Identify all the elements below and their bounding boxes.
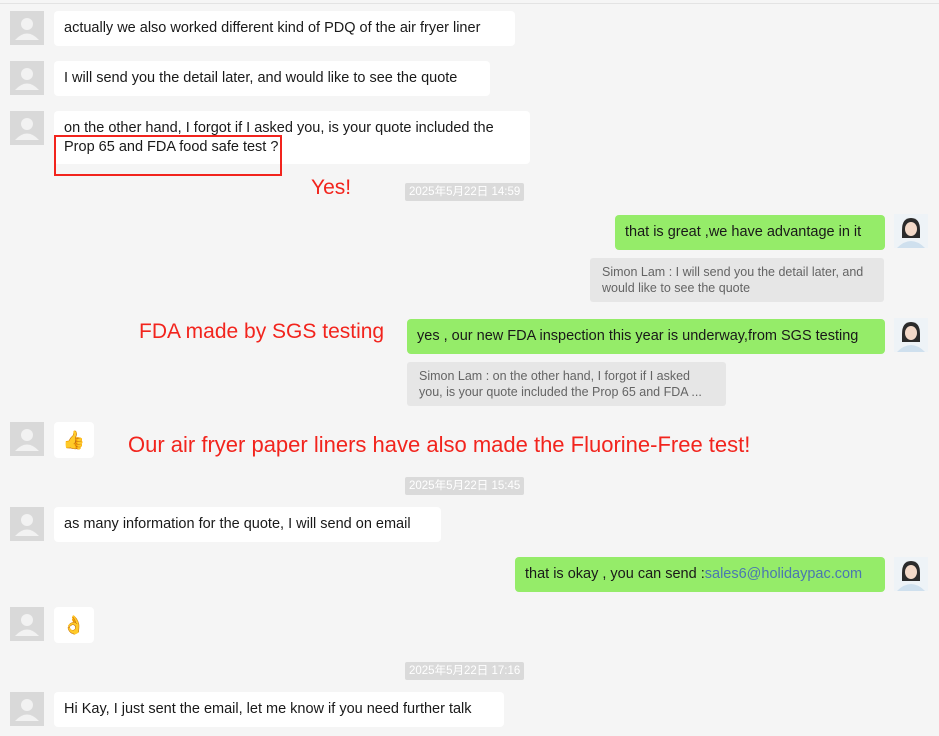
my-avatar[interactable] — [894, 318, 928, 352]
sent-message-bubble[interactable]: that is great ,we have advantage in it — [615, 215, 885, 250]
timestamp: 2025年5月22日 14:59 — [405, 183, 525, 201]
user-photo — [894, 214, 928, 248]
contact-avatar[interactable] — [10, 11, 44, 45]
message-bubble[interactable]: as many information for the quote, I wil… — [54, 507, 441, 542]
quoted-message[interactable]: Simon Lam : on the other hand, I forgot … — [407, 362, 726, 406]
message-text: that is okay , you can send : — [525, 566, 705, 582]
person-icon — [15, 68, 39, 90]
message-text: yes , our new FDA inspection this year i… — [417, 328, 859, 344]
person-icon — [15, 614, 39, 636]
my-avatar[interactable] — [894, 214, 928, 248]
user-photo — [894, 557, 928, 591]
highlight-box — [54, 135, 282, 176]
message-text: actually we also worked different kind o… — [64, 20, 481, 36]
emoji-message[interactable]: 👍 — [54, 422, 94, 458]
message-text: as many information for the quote, I wil… — [64, 516, 411, 532]
my-avatar[interactable] — [894, 557, 928, 591]
message-bubble[interactable]: I will send you the detail later, and wo… — [54, 61, 490, 96]
contact-avatar[interactable] — [10, 111, 44, 145]
contact-avatar[interactable] — [10, 507, 44, 541]
person-icon — [15, 429, 39, 451]
annotation-fluorine: Our air fryer paper liners have also mad… — [128, 432, 751, 457]
person-icon — [15, 118, 39, 140]
timestamp: 2025年5月22日 17:16 — [405, 662, 525, 680]
person-icon — [15, 514, 39, 536]
person-icon — [15, 18, 39, 40]
email-link[interactable]: sales6@holidaypac.com — [705, 565, 862, 584]
contact-avatar[interactable] — [10, 692, 44, 726]
ok-hand-icon: 👌 — [62, 614, 86, 635]
message-text: I will send you the detail later, and wo… — [64, 70, 458, 86]
message-bubble[interactable]: actually we also worked different kind o… — [54, 11, 515, 46]
thumbs-up-icon: 👍 — [62, 429, 86, 450]
person-icon — [15, 699, 39, 721]
sent-message-bubble[interactable]: that is okay , you can send : sales6@hol… — [515, 557, 885, 592]
message-text: Hi Kay, I just sent the email, let me kn… — [64, 701, 472, 717]
user-photo — [894, 318, 928, 352]
annotation-yes: Yes! — [311, 176, 352, 199]
contact-avatar[interactable] — [10, 422, 44, 456]
annotation-sgs: FDA made by SGS testing — [139, 320, 385, 343]
quoted-message[interactable]: Simon Lam : I will send you the detail l… — [590, 258, 884, 302]
contact-avatar[interactable] — [10, 607, 44, 641]
top-divider — [0, 3, 939, 4]
message-bubble[interactable]: Hi Kay, I just sent the email, let me kn… — [54, 692, 504, 727]
contact-avatar[interactable] — [10, 61, 44, 95]
sent-message-bubble[interactable]: yes , our new FDA inspection this year i… — [407, 319, 885, 354]
emoji-message[interactable]: 👌 — [54, 607, 94, 643]
message-text: that is great ,we have advantage in it — [625, 224, 862, 240]
timestamp: 2025年5月22日 15:45 — [405, 477, 525, 495]
